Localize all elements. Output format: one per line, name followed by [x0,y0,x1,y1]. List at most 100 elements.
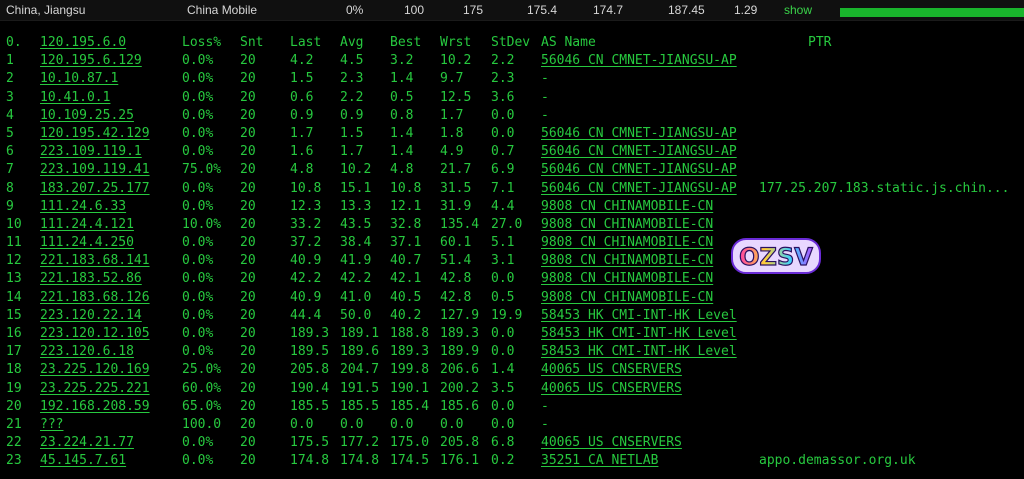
hop-host-link[interactable]: 221.183.68.126 [40,289,150,307]
hop-stdev: 2.3 [491,71,515,87]
hop-as-link[interactable]: 58453 HK CMI-INT-HK Level [541,325,737,343]
hop-host-link[interactable]: 111.24.4.121 [40,216,134,234]
header-avg: Avg [340,35,364,50]
hop-as-link[interactable]: 40065 US CNSERVERS [541,434,682,452]
hop-stdev: 7.1 [491,180,515,196]
hop-best: 40.5 [390,289,422,305]
hop-last: 12.3 [290,198,322,214]
hop-as-link[interactable]: 40065 US CNSERVERS [541,380,682,398]
hop-worst: 206.6 [440,362,480,378]
summary-value-4: 187.45 [668,3,705,17]
hop-as-link[interactable]: 9808 CN CHINAMOBILE-CN [541,270,713,288]
hop-last: 10.8 [290,180,322,196]
hop-as-link[interactable]: 9808 CN CHINAMOBILE-CN [541,216,713,234]
hop-index: 18 [6,362,22,378]
hop-as-link[interactable]: 35251 CA NETLAB [541,452,658,470]
hop-stdev: 1.4 [491,362,515,378]
hop-worst: 42.8 [440,271,472,287]
hop-host-link[interactable]: 120.195.6.129 [40,52,142,70]
hop-as-link[interactable]: 9808 CN CHINAMOBILE-CN [541,252,713,270]
hop-index: 16 [6,326,22,341]
table-row: 11 111.24.4.250 0.0% 20 37.2 38.4 37.1 60.1 5.1 9… [0,234,1024,252]
hop-best: 32.8 [390,216,422,232]
hop-avg: 50.0 [340,307,372,323]
hop-index: 1 [6,53,14,69]
hop-avg: 1.7 [340,144,364,160]
hop-as-link: - [541,71,549,87]
hop-as-link[interactable]: 58453 HK CMI-INT-HK Level [541,307,737,325]
hop-sent: 20 [240,362,256,378]
hop-loss: 75.0% [182,162,222,178]
hop-host-link[interactable]: 223.109.119.1 [40,143,142,161]
hop-last: 0.9 [290,107,314,123]
hop-as-link[interactable]: 9808 CN CHINAMOBILE-CN [541,198,713,216]
hop-sent: 20 [240,435,256,451]
hop-stdev: 0.0 [491,271,515,287]
hop-stdev: 27.0 [491,216,523,232]
hop-as-link[interactable]: 40065 US CNSERVERS [541,361,682,379]
hop-host-link[interactable]: 192.168.208.59 [40,398,150,416]
hop-host-link[interactable]: 221.183.68.141 [40,252,150,270]
hop-loss: 0.0% [182,326,214,341]
hop-index: 3 [6,89,14,105]
hop-host-link[interactable]: 23.225.225.221 [40,380,150,398]
hop-host-link[interactable]: 111.24.4.250 [40,234,134,252]
table-row: 14 221.183.68.126 0.0% 20 40.9 41.0 40.5 42.8 0.… [0,289,1024,307]
hop-worst: 1.7 [440,107,464,123]
hop-best: 190.1 [390,380,430,396]
hop-stdev: 0.0 [491,107,515,123]
hop-last: 190.4 [290,380,330,396]
hop-ptr: appo.demassor.org.uk [759,453,916,469]
hop-host-link[interactable]: 183.207.25.177 [40,180,150,198]
hop-index: 14 [6,289,22,305]
hop-worst: 176.1 [440,453,480,469]
hop-host-link[interactable]: 223.109.119.41 [40,161,150,179]
hop-worst: 189.3 [440,326,480,341]
hop-loss: 0.0% [182,271,214,287]
hop-loss: 60.0% [182,380,222,396]
header-host[interactable]: 120.195.6.0 [40,34,126,52]
hop-host-link[interactable]: 10.10.87.1 [40,70,118,88]
hop-best: 174.5 [390,453,430,469]
show-link[interactable]: show [784,3,812,17]
hop-host-link[interactable]: 223.120.6.18 [40,343,134,361]
hop-stdev: 0.0 [491,326,515,341]
table-row: 7 223.109.119.41 75.0% 20 4.8 10.2 4.8 21.7 6.9 5… [0,161,1024,179]
hop-host-link[interactable]: 10.109.25.25 [40,107,134,125]
hop-index: 19 [6,380,22,396]
hop-as-link[interactable]: 56046 CN CMNET-JIANGSU-AP [541,125,737,143]
hop-as-link[interactable]: 9808 CN CHINAMOBILE-CN [541,234,713,252]
hop-host-link[interactable]: 23.224.21.77 [40,434,134,452]
hop-best: 188.8 [390,326,430,341]
summary-value-3: 174.7 [593,3,624,17]
hop-as-link[interactable]: 58453 HK CMI-INT-HK Level [541,343,737,361]
hop-host-link[interactable]: 221.183.52.86 [40,270,142,288]
table-row: 10 111.24.4.121 10.0% 20 33.2 43.5 32.8 135.4 27… [0,216,1024,234]
hop-best: 189.3 [390,344,430,360]
hop-host-link[interactable]: 120.195.42.129 [40,125,150,143]
hop-stdev: 3.1 [491,253,515,269]
hop-index: 2 [6,71,14,87]
hop-as-link[interactable]: 56046 CN CMNET-JIANGSU-AP [541,143,737,161]
hop-best: 1.4 [390,144,414,160]
hop-worst: 200.2 [440,380,480,396]
hop-as-link[interactable]: 56046 CN CMNET-JIANGSU-AP [541,52,737,70]
hop-host-link[interactable]: 223.120.12.105 [40,325,150,343]
hop-as-link[interactable]: 56046 CN CMNET-JIANGSU-AP [541,161,737,179]
hop-sent: 20 [240,125,256,141]
hop-host-link[interactable]: 223.120.22.14 [40,307,142,325]
ozsv-logo-watermark: OZSV [731,238,821,274]
hop-sent: 20 [240,89,256,105]
hop-host-link[interactable]: 10.41.0.1 [40,89,110,107]
hop-as-link[interactable]: 56046 CN CMNET-JIANGSU-AP [541,180,737,198]
hop-as-link[interactable]: 9808 CN CHINAMOBILE-CN [541,289,713,307]
hop-best: 0.8 [390,107,414,123]
hop-host-link[interactable]: 45.145.7.61 [40,452,126,470]
hop-stdev: 0.0 [491,344,515,360]
hop-host-link[interactable]: 23.225.120.169 [40,361,150,379]
hop-host-link[interactable]: 111.24.6.33 [40,198,126,216]
hop-avg: 2.2 [340,89,364,105]
table-row: 17 223.120.6.18 0.0% 20 189.5 189.6 189.3 189.9… [0,343,1024,361]
hop-worst: 4.9 [440,144,464,160]
hop-stdev: 0.2 [491,453,515,469]
